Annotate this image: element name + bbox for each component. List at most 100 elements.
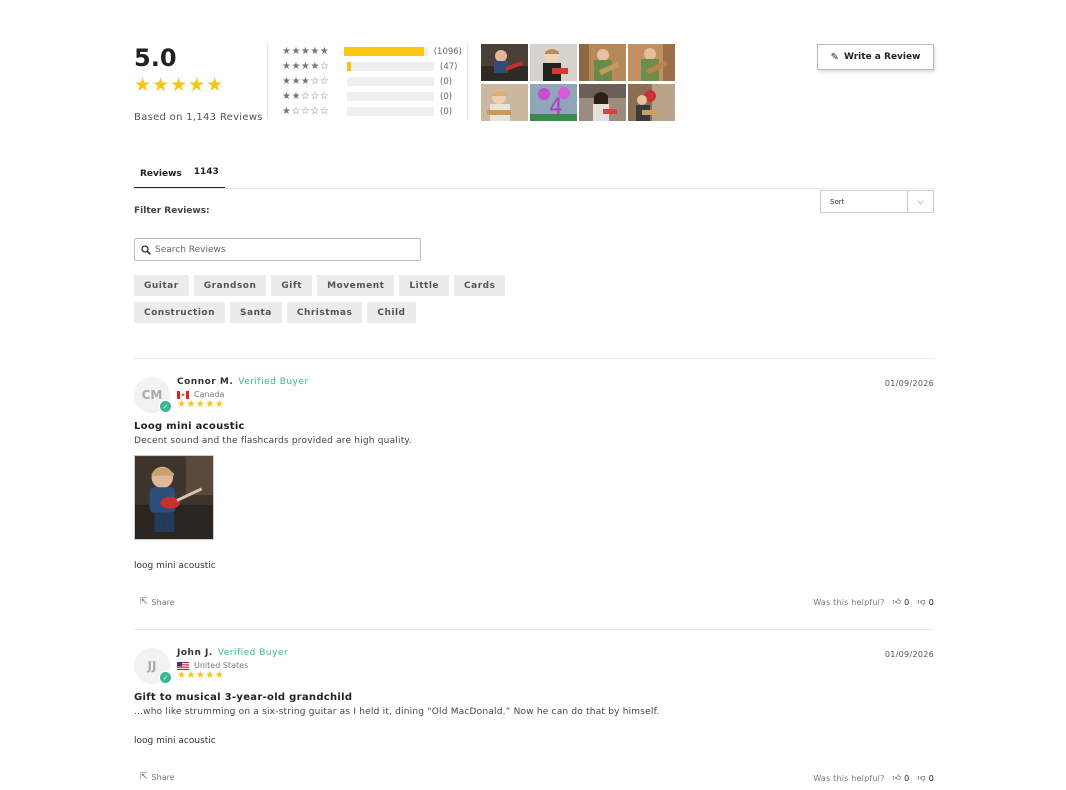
- histogram-row-1[interactable]: ★☆☆☆☆ (0): [282, 104, 462, 119]
- tab-divider: [134, 188, 934, 189]
- review-item: CM ✓ Connor M. Verified Buyer Canada ★★★★…: [134, 358, 934, 629]
- histogram-bar: [347, 92, 434, 101]
- chip-little[interactable]: Little: [399, 275, 450, 296]
- gallery-photo[interactable]: [481, 84, 528, 121]
- tab-reviews-label: Reviews: [140, 169, 182, 179]
- chip-santa[interactable]: Santa: [230, 302, 282, 323]
- thumbs-down-button[interactable]: 👎︎ 0: [917, 597, 934, 607]
- thumbs-down-button[interactable]: 👎︎ 0: [917, 773, 934, 783]
- chip-cards[interactable]: Cards: [454, 275, 506, 296]
- search-reviews-input[interactable]: [155, 244, 405, 255]
- reviewer-name: John J. Verified Buyer: [177, 648, 288, 658]
- review-stars: ★★★★★: [177, 670, 225, 681]
- share-icon: ⇱: [140, 597, 148, 607]
- gallery-photo[interactable]: [628, 44, 675, 81]
- histogram-count: (0): [440, 76, 453, 87]
- histogram-bar: [347, 62, 434, 71]
- verified-check-icon: ✓: [159, 671, 172, 684]
- chip-guitar[interactable]: Guitar: [134, 275, 189, 296]
- histogram-bar-fill: [344, 47, 425, 56]
- histogram-row-2[interactable]: ★★☆☆☆ (0): [282, 89, 462, 104]
- review-product-name: loog mini acoustic: [134, 561, 216, 571]
- write-review-label: Write a Review: [843, 52, 921, 62]
- chip-movement[interactable]: Movement: [317, 275, 395, 296]
- review-photo[interactable]: [134, 455, 214, 540]
- histogram-bar-fill: [347, 62, 351, 71]
- share-label: Share: [151, 772, 175, 782]
- chip-child[interactable]: Child: [367, 302, 416, 323]
- canada-flag-icon: [177, 390, 189, 399]
- chip-gift[interactable]: Gift: [271, 275, 313, 296]
- review-title: Loog mini acoustic: [134, 421, 245, 432]
- country-name: Canada: [194, 390, 225, 399]
- search-box: [134, 238, 421, 261]
- country-name: United States: [194, 661, 249, 670]
- pencil-icon: ✎: [830, 51, 839, 63]
- review-tabs: Reviews 1143: [134, 161, 225, 189]
- share-button[interactable]: ⇱ Share: [140, 772, 175, 782]
- review-title: Gift to musical 3-year-old grandchild: [134, 692, 353, 703]
- review-stars: ★★★★★: [177, 399, 225, 410]
- us-flag-icon: [177, 661, 189, 670]
- sort-dropdown[interactable]: Sort ⌵: [820, 190, 934, 213]
- thumbs-up-button[interactable]: 👍︎ 0: [893, 773, 910, 783]
- gallery-photo[interactable]: [579, 44, 626, 81]
- helpful-votes: Was this helpful? 👍︎ 0 👎︎ 0: [813, 773, 934, 783]
- histogram-stars: ★★★☆☆: [282, 75, 330, 87]
- chip-christmas[interactable]: Christmas: [286, 302, 363, 323]
- thumbs-down-count: 0: [928, 773, 934, 783]
- filter-chips: Guitar Grandson Gift Movement Little Car…: [134, 275, 534, 329]
- histogram-stars: ★★★★☆: [282, 60, 330, 72]
- chip-row: Guitar Grandson Gift Movement Little Car…: [134, 275, 534, 296]
- reviewer-name: Connor M. Verified Buyer: [177, 377, 309, 387]
- thumbs-up-count: 0: [904, 597, 910, 607]
- gallery-photo[interactable]: 4: [530, 84, 577, 121]
- share-button[interactable]: ⇱ Share: [140, 597, 175, 607]
- write-review-button[interactable]: ✎ Write a Review: [817, 44, 934, 70]
- thumbs-down-icon: 👎︎: [917, 597, 926, 606]
- chip-row: Construction Santa Christmas Child: [134, 302, 534, 323]
- histogram-bar: [347, 107, 434, 116]
- reviewer-country: United States: [177, 661, 248, 670]
- thumbs-up-count: 0: [904, 773, 910, 783]
- thumbs-down-count: 0: [928, 597, 934, 607]
- divider: [267, 44, 268, 118]
- chip-construction[interactable]: Construction: [134, 302, 226, 323]
- sort-selected-value: Sort: [830, 197, 845, 206]
- share-icon: ⇱: [140, 772, 148, 782]
- histogram-count: (0): [440, 106, 453, 117]
- rating-summary: 5.0 ★★★★★ Based on 1,143 Reviews: [134, 44, 263, 123]
- histogram-stars: ★☆☆☆☆: [282, 105, 330, 117]
- histogram-stars: ★★★★★: [282, 45, 330, 57]
- review-item: JJ ✓ John J. Verified Buyer United States…: [134, 629, 934, 790]
- review-date: 01/09/2026: [884, 650, 934, 659]
- thumbs-down-icon: 👎︎: [917, 773, 926, 782]
- gallery-photo[interactable]: [530, 44, 577, 81]
- histogram-row-3[interactable]: ★★★☆☆ (0): [282, 74, 462, 89]
- review-body: ...who like strumming on a six-string gu…: [134, 707, 660, 717]
- verified-buyer-label: Verified Buyer: [217, 648, 289, 658]
- based-on-text: Based on 1,143 Reviews: [134, 112, 263, 123]
- reviewer-name-text: Connor M.: [177, 377, 234, 387]
- gallery-photo[interactable]: [481, 44, 528, 81]
- helpful-label: Was this helpful?: [813, 597, 885, 607]
- helpful-votes: Was this helpful? 👍︎ 0 👎︎ 0: [813, 597, 934, 607]
- review-date: 01/09/2026: [884, 379, 934, 388]
- verified-buyer-label: Verified Buyer: [238, 377, 309, 387]
- reviewer-name-text: John J.: [177, 648, 213, 658]
- search-icon: [141, 244, 151, 255]
- gallery-photo[interactable]: [628, 84, 675, 121]
- histogram-count: (47): [440, 61, 458, 72]
- histogram-row-4[interactable]: ★★★★☆ (47): [282, 59, 462, 74]
- average-rating: 5.0: [134, 44, 177, 72]
- chip-grandson[interactable]: Grandson: [193, 275, 267, 296]
- tab-reviews-count: 1143: [193, 167, 219, 177]
- review-photo-gallery: 4: [481, 44, 675, 121]
- gallery-photo[interactable]: [579, 84, 626, 121]
- thumbs-up-icon: 👍︎: [892, 773, 902, 782]
- histogram-bar: [347, 77, 434, 86]
- verified-check-icon: ✓: [159, 400, 172, 413]
- tab-reviews[interactable]: Reviews 1143: [134, 162, 225, 189]
- thumbs-up-button[interactable]: 👍︎ 0: [893, 597, 910, 607]
- histogram-row-5[interactable]: ★★★★★ (1096): [282, 44, 462, 59]
